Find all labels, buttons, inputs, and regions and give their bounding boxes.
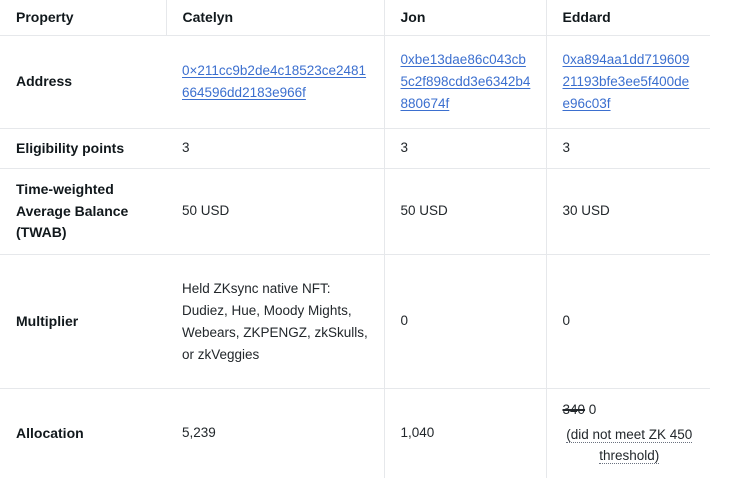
- cell-multiplier-jon: 0: [383, 254, 546, 389]
- cell-address-eddard: 0xa894aa1dd71960921193bfe3ee5f400dee96c0…: [545, 35, 710, 129]
- allocation-threshold-note[interactable]: (did not meet ZK 450 threshold): [566, 427, 693, 464]
- multiplier-nft-description: Held ZKsync native NFT: Dudiez, Hue, Moo…: [182, 280, 368, 362]
- cell-allocation-jon: 1,040: [383, 388, 546, 478]
- table-row: Address 0×211cc9b2de4c18523ce2481664596d…: [0, 35, 710, 129]
- cell-eligibility-jon: 3: [383, 128, 546, 169]
- address-link-catelyn[interactable]: 0×211cc9b2de4c18523ce2481664596dd2183e96…: [182, 63, 366, 100]
- allocation-comparison-table: Property Catelyn Jon Eddard Address 0×21…: [0, 0, 710, 478]
- row-label-allocation: Allocation: [0, 388, 166, 478]
- row-label-address: Address: [0, 35, 166, 129]
- table-body: Address 0×211cc9b2de4c18523ce2481664596d…: [0, 35, 710, 478]
- cell-allocation-catelyn: 5,239: [166, 388, 384, 478]
- cell-eligibility-catelyn: 3: [166, 128, 384, 169]
- cell-eligibility-eddard: 3: [545, 128, 710, 169]
- cell-multiplier-eddard: 0: [545, 254, 710, 389]
- row-label-multiplier: Multiplier: [0, 254, 166, 389]
- table-header: Property Catelyn Jon Eddard: [0, 0, 710, 36]
- table-row: Time-weighted Average Balance (TWAB) 50 …: [0, 168, 710, 255]
- table-row: Multiplier Held ZKsync native NFT: Dudie…: [0, 254, 710, 389]
- cell-multiplier-catelyn: Held ZKsync native NFT: Dudiez, Hue, Moo…: [166, 254, 384, 389]
- cell-address-jon: 0xbe13dae86c043cb5c2f898cdd3e6342b488067…: [383, 35, 546, 129]
- cell-twab-eddard: 30 USD: [545, 168, 710, 255]
- cell-twab-catelyn: 50 USD: [166, 168, 384, 255]
- table-row: Eligibility points 3 3 3: [0, 128, 710, 169]
- cell-allocation-eddard: 340 0 (did not meet ZK 450 threshold): [545, 388, 710, 478]
- allocation-final-value: 0: [588, 402, 597, 418]
- address-link-eddard[interactable]: 0xa894aa1dd71960921193bfe3ee5f400dee96c0…: [563, 52, 690, 111]
- row-label-eligibility-points: Eligibility points: [0, 128, 166, 169]
- cell-twab-jon: 50 USD: [383, 168, 546, 255]
- allocation-struck-value: 340: [562, 402, 586, 418]
- column-header-catelyn: Catelyn: [165, 0, 384, 36]
- column-header-property: Property: [0, 0, 166, 36]
- allocation-note-wrapper: (did not meet ZK 450 threshold): [563, 425, 697, 467]
- column-header-eddard: Eddard: [545, 0, 710, 36]
- table-row: Allocation 5,239 1,040 340 0 (did not mee…: [0, 388, 710, 478]
- table-header-row: Property Catelyn Jon Eddard: [0, 0, 710, 36]
- comparison-table-container: Property Catelyn Jon Eddard Address 0×21…: [0, 0, 710, 478]
- row-label-twab: Time-weighted Average Balance (TWAB): [0, 168, 166, 255]
- column-header-jon: Jon: [383, 0, 546, 36]
- cell-address-catelyn: 0×211cc9b2de4c18523ce2481664596dd2183e96…: [166, 35, 384, 129]
- address-link-jon[interactable]: 0xbe13dae86c043cb5c2f898cdd3e6342b488067…: [401, 52, 531, 111]
